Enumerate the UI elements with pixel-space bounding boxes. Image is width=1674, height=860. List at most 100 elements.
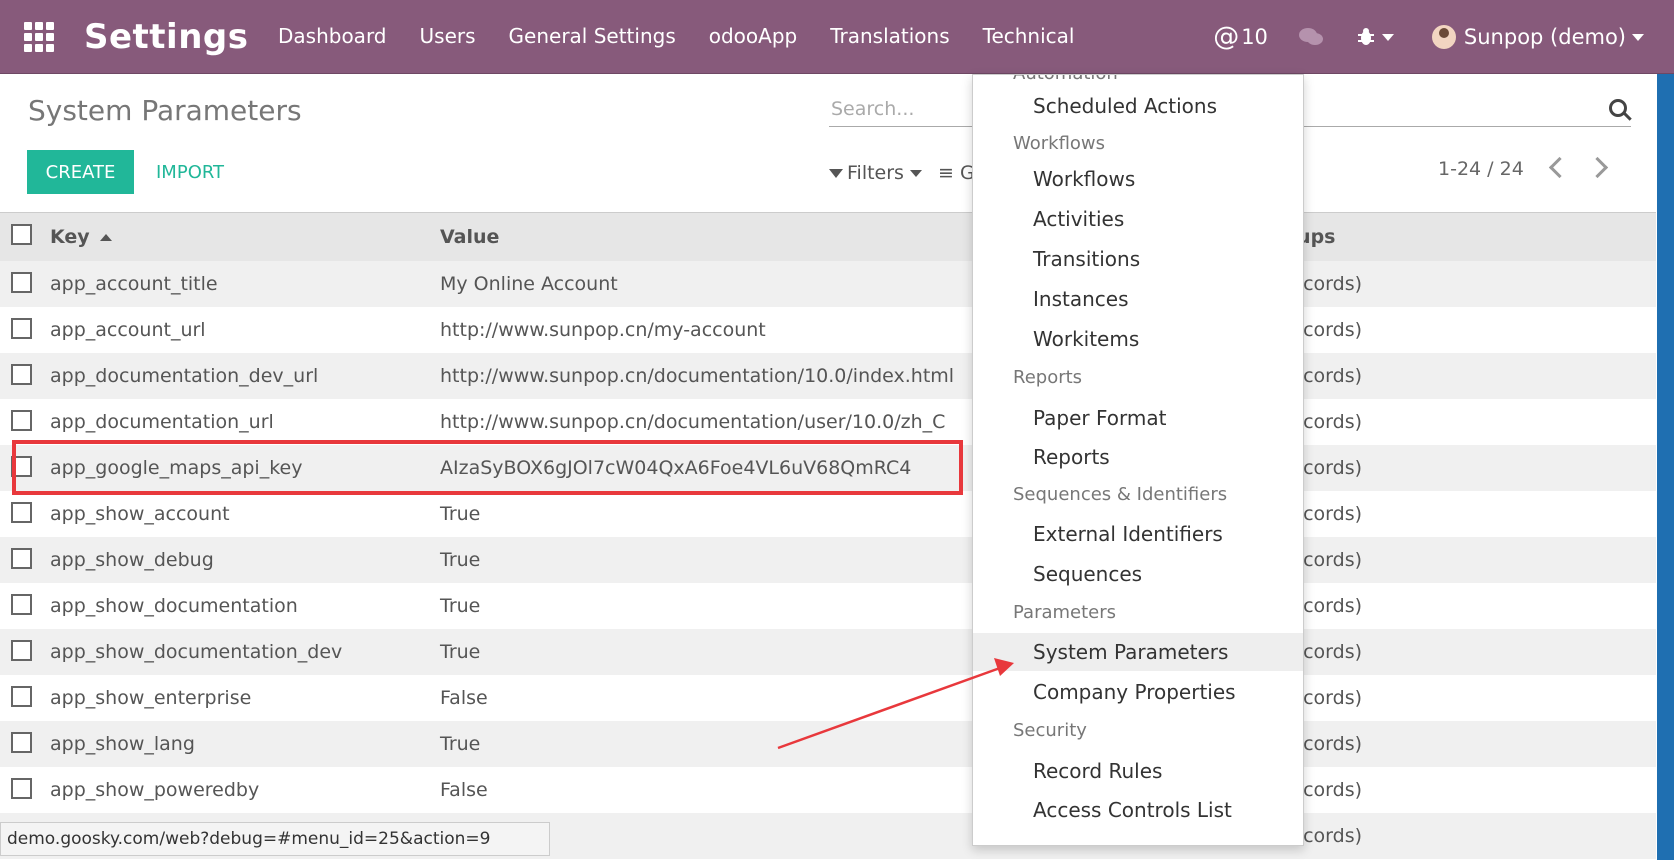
column-value[interactable]: Value bbox=[440, 226, 499, 248]
cell-value: http://www.sunpop.cn/documentation/10.0/… bbox=[440, 365, 955, 387]
app-title: Settings bbox=[84, 17, 249, 57]
menu-translations[interactable]: Translations bbox=[830, 24, 949, 48]
dropdown-item[interactable]: Scheduled Actions bbox=[973, 87, 1303, 125]
dropdown-item[interactable]: Company Properties bbox=[973, 673, 1303, 711]
avatar[interactable] bbox=[1431, 25, 1456, 49]
cell-value: True bbox=[440, 503, 481, 525]
table-row[interactable]: app_account_url http://www.sunpop.cn/my-a… bbox=[0, 307, 1656, 353]
table-row[interactable]: app_show_lang True records) bbox=[0, 721, 1656, 767]
dropdown-item[interactable]: Activities bbox=[973, 200, 1303, 238]
row-checkbox[interactable] bbox=[11, 686, 32, 707]
import-button[interactable]: IMPORT bbox=[156, 162, 224, 183]
table-body: app_account_title My Online Account record… bbox=[0, 261, 1656, 859]
select-all-checkbox[interactable] bbox=[11, 224, 32, 245]
row-checkbox[interactable] bbox=[11, 364, 32, 385]
technical-dropdown-menu: Automation Scheduled Actions Workflows Wor… bbox=[972, 74, 1304, 846]
menu-users[interactable]: Users bbox=[420, 24, 476, 48]
row-checkbox[interactable] bbox=[11, 272, 32, 293]
status-bar-url: demo.goosky.com/web?debug=#menu_id=25&ac… bbox=[0, 822, 550, 856]
cell-value: My Online Account bbox=[440, 273, 618, 295]
row-checkbox[interactable] bbox=[11, 410, 32, 431]
chat-icon[interactable] bbox=[1298, 27, 1324, 47]
dropdown-section-header: Workflows bbox=[1013, 133, 1106, 154]
mention-count: 10 bbox=[1241, 25, 1268, 49]
main-menu: Dashboard Users General Settings odooApp… bbox=[278, 24, 1107, 48]
cell-key: app_show_documentation bbox=[50, 595, 298, 617]
dropdown-item[interactable]: External Identifiers bbox=[973, 515, 1303, 553]
window-edge bbox=[1657, 74, 1674, 860]
menu-technical[interactable]: Technical bbox=[983, 24, 1075, 48]
groupby-button[interactable]: ≡ G bbox=[938, 162, 975, 184]
list-icon: ≡ bbox=[938, 162, 954, 184]
highlight-box bbox=[12, 440, 963, 495]
dropdown-section-header: Sequences & Identifiers bbox=[1013, 484, 1228, 505]
search-icon[interactable] bbox=[1609, 99, 1627, 117]
table-row[interactable]: app_show_enterprise False records) bbox=[0, 675, 1656, 721]
dropdown-item[interactable]: System Parameters bbox=[973, 633, 1303, 671]
chevron-left-icon[interactable] bbox=[1548, 156, 1571, 179]
row-checkbox[interactable] bbox=[11, 732, 32, 753]
filter-icon bbox=[829, 168, 843, 178]
bug-icon[interactable] bbox=[1356, 27, 1376, 47]
menu-general-settings[interactable]: General Settings bbox=[509, 24, 676, 48]
chevron-right-icon[interactable] bbox=[1586, 156, 1609, 179]
cell-key: app_show_debug bbox=[50, 549, 214, 571]
row-checkbox[interactable] bbox=[11, 548, 32, 569]
table-row[interactable]: app_documentation_url http://www.sunpop.c… bbox=[0, 399, 1656, 445]
cell-key: app_documentation_dev_url bbox=[50, 365, 319, 387]
navbar-right: @ 10 Sunpop (demo) bbox=[1213, 22, 1644, 52]
debug-caret-icon[interactable] bbox=[1381, 33, 1394, 41]
user-name[interactable]: Sunpop (demo) bbox=[1464, 25, 1626, 49]
dropdown-item[interactable]: Transitions bbox=[973, 240, 1303, 278]
cell-key: app_show_lang bbox=[50, 733, 195, 755]
dropdown-section-header: Reports bbox=[1013, 367, 1083, 388]
create-button[interactable]: CREATE bbox=[27, 150, 134, 194]
dropdown-item[interactable]: Access Controls List bbox=[973, 791, 1303, 829]
table-row[interactable]: app_documentation_dev_url http://www.sunp… bbox=[0, 353, 1656, 399]
table-row[interactable]: app_show_documentation_dev True records) bbox=[0, 629, 1656, 675]
cell-value: True bbox=[440, 595, 481, 617]
sort-up-icon bbox=[99, 234, 112, 241]
dropdown-item[interactable]: Paper Format bbox=[973, 399, 1303, 437]
dropdown-item[interactable]: Workflows bbox=[973, 160, 1303, 198]
table-row[interactable]: app_show_debug True records) bbox=[0, 537, 1656, 583]
cell-key: app_documentation_url bbox=[50, 411, 274, 433]
top-navbar: Settings Dashboard Users General Setting… bbox=[0, 0, 1674, 74]
mention-button[interactable]: @ 10 bbox=[1213, 22, 1268, 52]
dropdown-item[interactable]: Record Rules bbox=[973, 752, 1303, 790]
menu-odooapp[interactable]: odooApp bbox=[709, 24, 797, 48]
filters-label: Filters bbox=[847, 162, 904, 184]
cell-value: True bbox=[440, 641, 481, 663]
row-checkbox[interactable] bbox=[11, 318, 32, 339]
cell-value: True bbox=[440, 733, 481, 755]
table-header: Key Value oups bbox=[0, 212, 1656, 261]
cell-value: False bbox=[440, 779, 488, 801]
cell-key: app_show_poweredby bbox=[50, 779, 260, 801]
row-checkbox[interactable] bbox=[11, 640, 32, 661]
dropdown-section-header: Security bbox=[1013, 720, 1087, 741]
table-row[interactable]: app_account_title My Online Account record… bbox=[0, 261, 1656, 307]
dropdown-item[interactable]: Reports bbox=[973, 438, 1303, 476]
table-row[interactable]: app_show_poweredby False records) bbox=[0, 767, 1656, 813]
table-row[interactable]: app_show_account True records) bbox=[0, 491, 1656, 537]
column-key[interactable]: Key bbox=[50, 226, 112, 248]
menu-dashboard[interactable]: Dashboard bbox=[278, 24, 387, 48]
row-checkbox[interactable] bbox=[11, 594, 32, 615]
dropdown-item[interactable]: Sequences bbox=[973, 555, 1303, 593]
dropdown-item[interactable]: Workitems bbox=[973, 320, 1303, 358]
row-checkbox[interactable] bbox=[11, 502, 32, 523]
pager-value[interactable]: 1-24 / 24 bbox=[1438, 158, 1524, 180]
table-row[interactable]: app_show_documentation True records) bbox=[0, 583, 1656, 629]
cell-key: app_account_url bbox=[50, 319, 206, 341]
cell-value: True bbox=[440, 549, 481, 571]
cell-key: app_show_enterprise bbox=[50, 687, 252, 709]
dropdown-item[interactable]: Instances bbox=[973, 280, 1303, 318]
cell-value: http://www.sunpop.cn/documentation/user/… bbox=[440, 411, 946, 433]
apps-grid-icon[interactable] bbox=[24, 22, 54, 52]
page-title: System Parameters bbox=[28, 94, 302, 127]
user-caret-icon[interactable] bbox=[1632, 33, 1644, 41]
at-icon: @ bbox=[1213, 22, 1240, 52]
dropdown-header-automation: Automation bbox=[1013, 75, 1118, 84]
filters-button[interactable]: Filters bbox=[829, 162, 922, 184]
row-checkbox[interactable] bbox=[11, 778, 32, 799]
